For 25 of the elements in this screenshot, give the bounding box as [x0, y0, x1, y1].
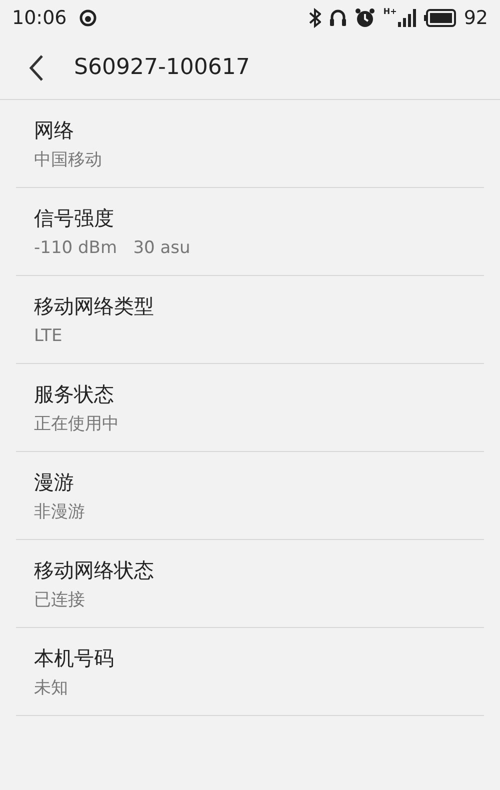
alarm-icon: [355, 8, 376, 28]
item-label: 信号强度: [34, 204, 115, 230]
item-value: 非漫游: [34, 500, 86, 522]
status-time: 10:06: [12, 6, 67, 31]
bluetooth-icon: [309, 8, 322, 28]
battery-level: 92: [464, 6, 488, 31]
item-label: 服务状态: [34, 380, 115, 406]
app-icon: [78, 9, 97, 27]
back-icon: [28, 54, 44, 82]
page-title: S60927-100617: [74, 54, 250, 82]
item-value: LTE: [34, 324, 64, 346]
item-label: 漫游: [34, 468, 75, 494]
item-value: 中国移动: [34, 148, 103, 170]
item-value: 已连接: [34, 588, 86, 610]
item-value: 未知: [34, 676, 69, 698]
headphones-icon: [329, 8, 348, 28]
signal-icon: [398, 8, 416, 28]
item-label: 移动网络状态: [34, 556, 155, 582]
item-label: 移动网络类型: [34, 292, 155, 318]
battery-icon: [424, 9, 456, 27]
item-value: -110 dBm 30 asu: [34, 236, 192, 258]
item-value: 正在使用中: [34, 412, 120, 434]
item-label: 网络: [34, 116, 75, 142]
item-label: 本机号码: [34, 644, 115, 670]
network-type: H+: [383, 8, 397, 16]
